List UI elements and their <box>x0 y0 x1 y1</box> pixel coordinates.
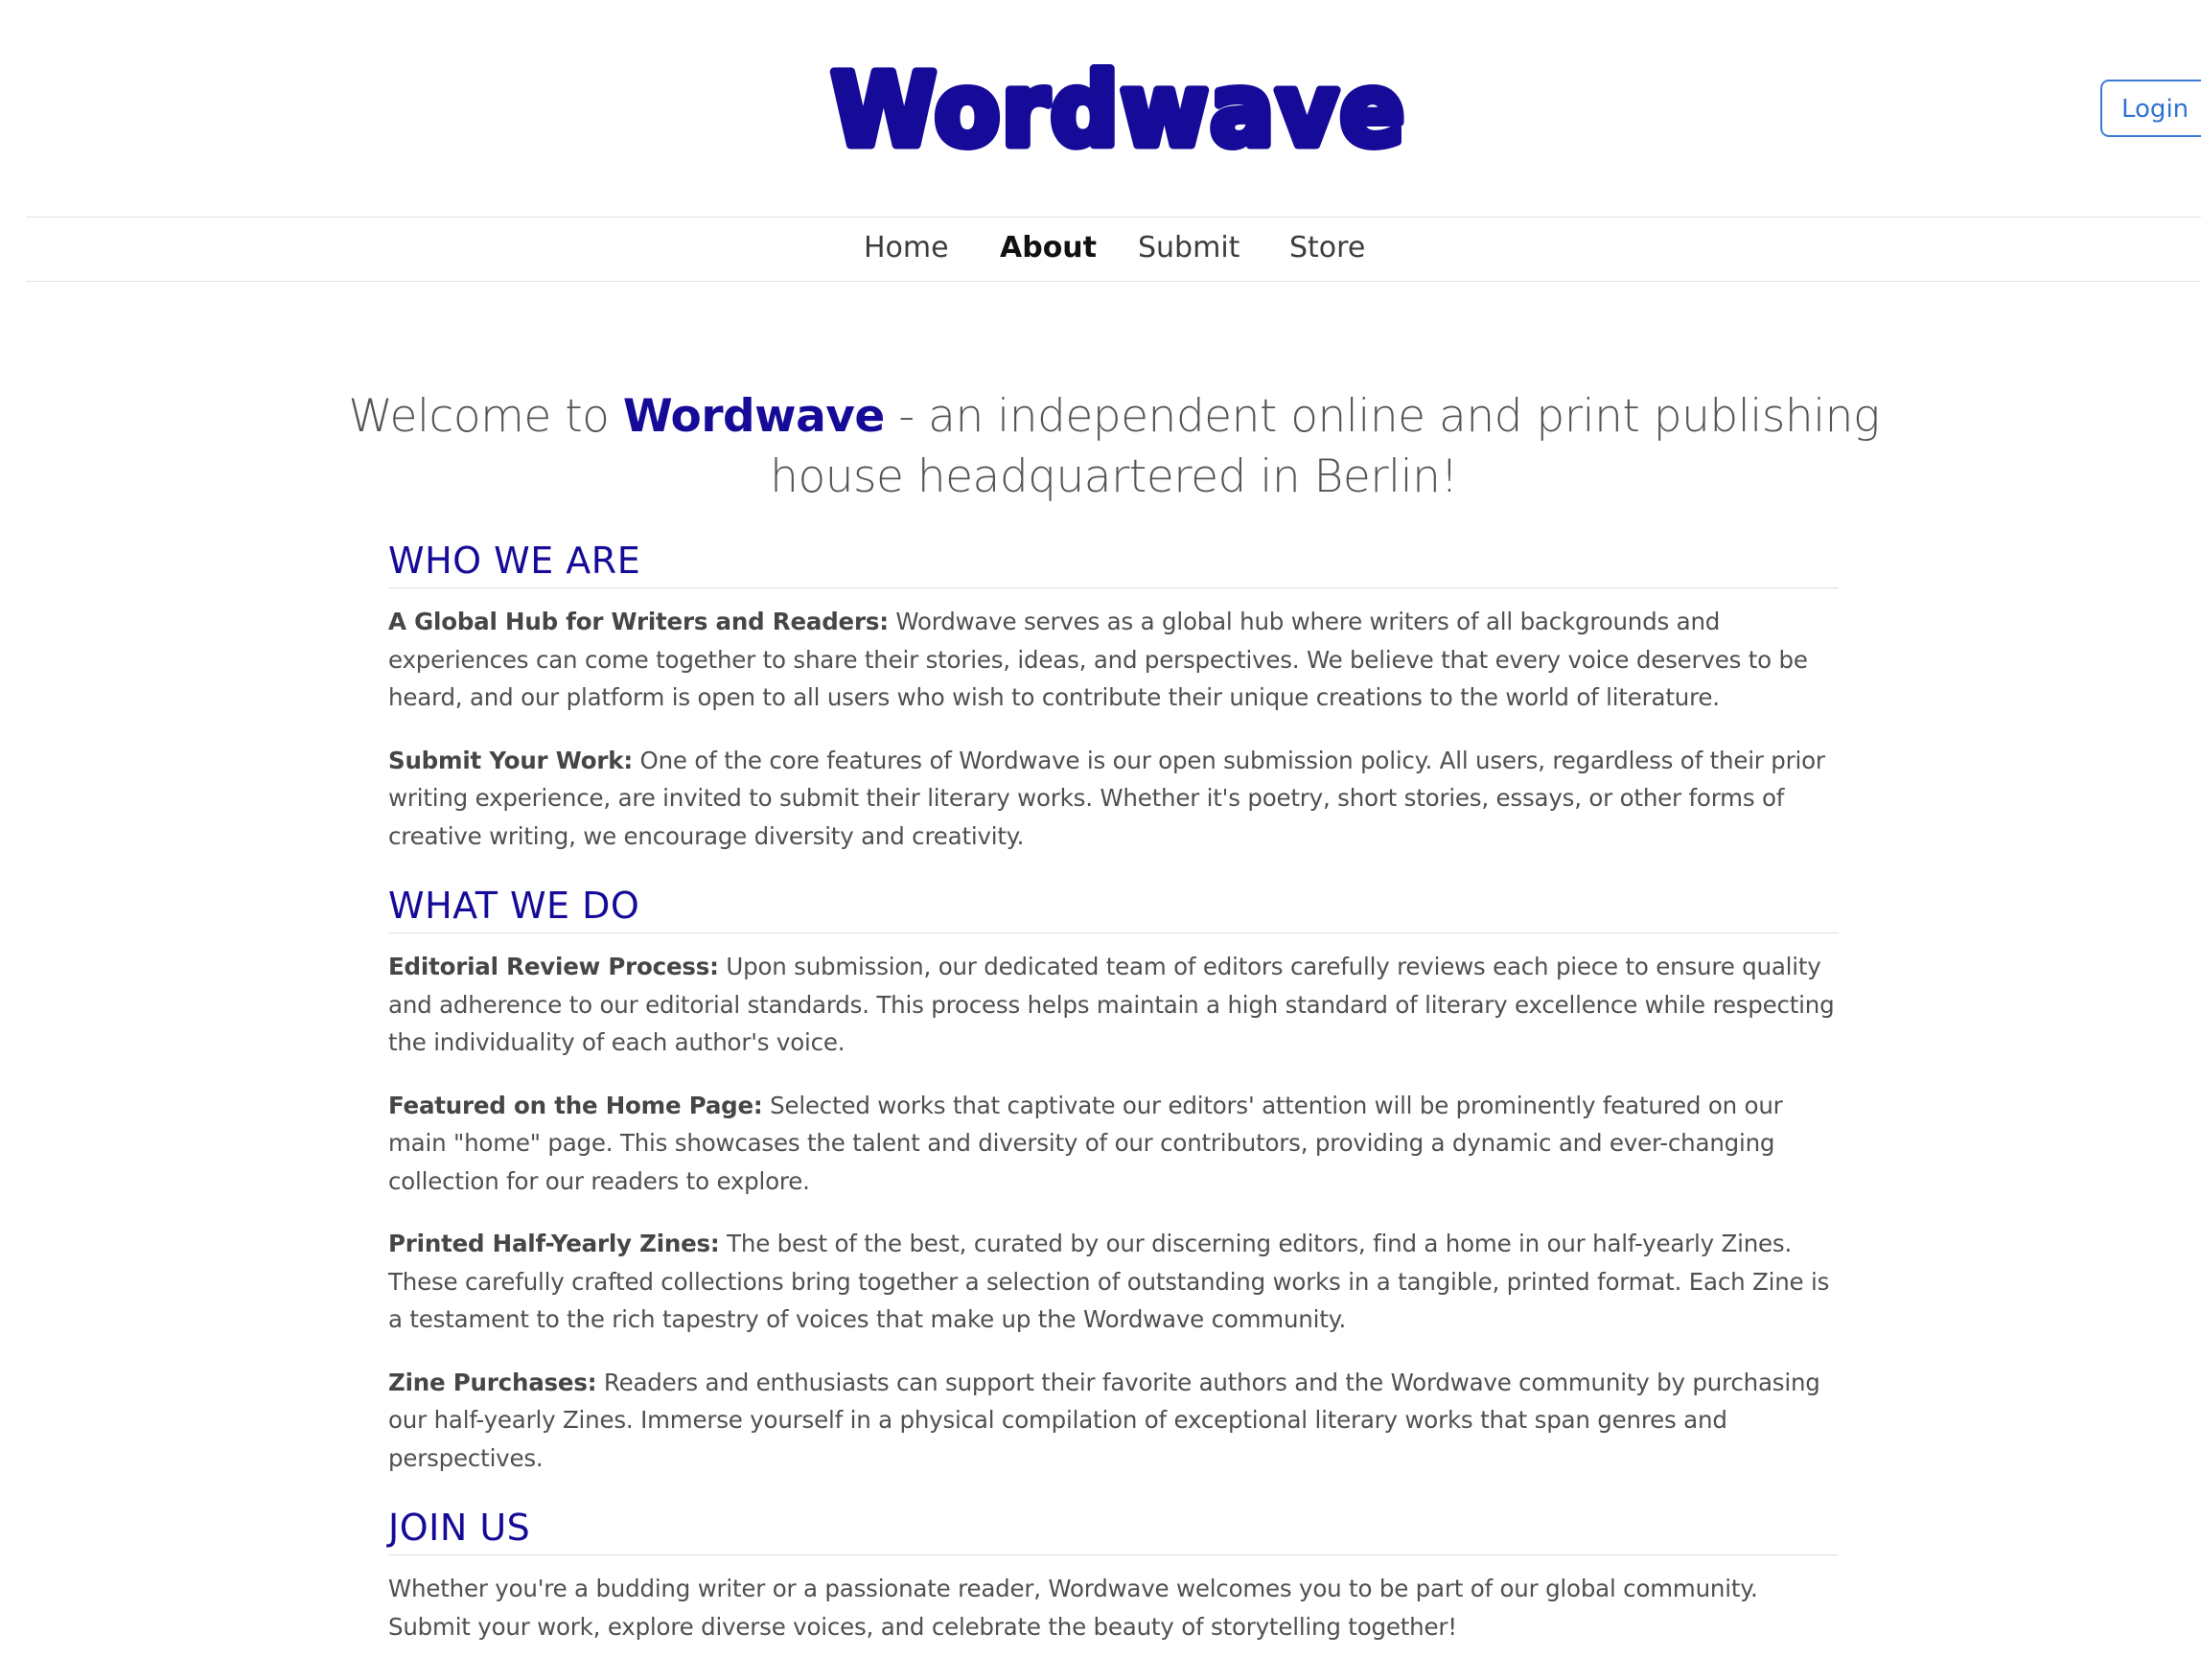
paragraph: Printed Half-Yearly Zines: The best of t… <box>388 1225 1839 1339</box>
section-title: WHAT WE DO <box>388 882 1839 933</box>
paragraph-lead: Featured on the Home Page: <box>388 1091 763 1119</box>
logo-text: Wordwave <box>831 52 1406 166</box>
welcome-prefix: Welcome to <box>348 390 623 444</box>
section-what-we-do: WHAT WE DO Editorial Review Process: Upo… <box>388 882 1839 1477</box>
paragraph-text: Readers and enthusiasts can support thei… <box>388 1368 1820 1472</box>
paragraph-lead: A Global Hub for Writers and Readers: <box>388 608 889 635</box>
section-title: JOIN US <box>388 1504 1839 1555</box>
paragraph-lead: Editorial Review Process: <box>388 953 719 980</box>
paragraph: A Global Hub for Writers and Readers: Wo… <box>388 603 1839 717</box>
welcome-suffix: - an independent online and print publis… <box>770 390 1880 504</box>
nav-item-store[interactable]: Store <box>1289 231 1365 265</box>
login-button[interactable]: Login <box>2100 80 2201 137</box>
paragraph: Featured on the Home Page: Selected work… <box>388 1087 1839 1201</box>
nav-item-about[interactable]: About <box>1000 231 1097 265</box>
section-join-us: JOIN US Whether you're a budding writer … <box>388 1504 1839 1645</box>
paragraph-lead: Printed Half-Yearly Zines: <box>388 1230 720 1257</box>
paragraph: Editorial Review Process: Upon submissio… <box>388 948 1839 1062</box>
paragraph: Submit Your Work: One of the core featur… <box>388 742 1839 856</box>
welcome-heading: Welcome to Wordwave - an independent onl… <box>288 386 1940 507</box>
wordwave-logo[interactable]: Wordwave <box>824 43 1414 167</box>
paragraph: Zine Purchases: Readers and enthusiasts … <box>388 1364 1839 1478</box>
site-header: Wordwave Login <box>0 0 2201 217</box>
main-nav: Home About Submit Store <box>26 217 2201 282</box>
section-who-we-are: WHO WE ARE A Global Hub for Writers and … <box>388 537 1839 855</box>
about-content: WHO WE ARE A Global Hub for Writers and … <box>388 537 1839 1672</box>
paragraph-lead: Submit Your Work: <box>388 746 633 774</box>
paragraph-lead: Zine Purchases: <box>388 1368 597 1396</box>
paragraph-text: Whether you're a budding writer or a pas… <box>388 1575 1758 1641</box>
paragraph: Whether you're a budding writer or a pas… <box>388 1570 1839 1645</box>
section-title: WHO WE ARE <box>388 537 1839 588</box>
welcome-brand: Wordwave <box>622 390 885 444</box>
nav-item-submit[interactable]: Submit <box>1138 231 1240 265</box>
nav-item-home[interactable]: Home <box>864 231 949 265</box>
